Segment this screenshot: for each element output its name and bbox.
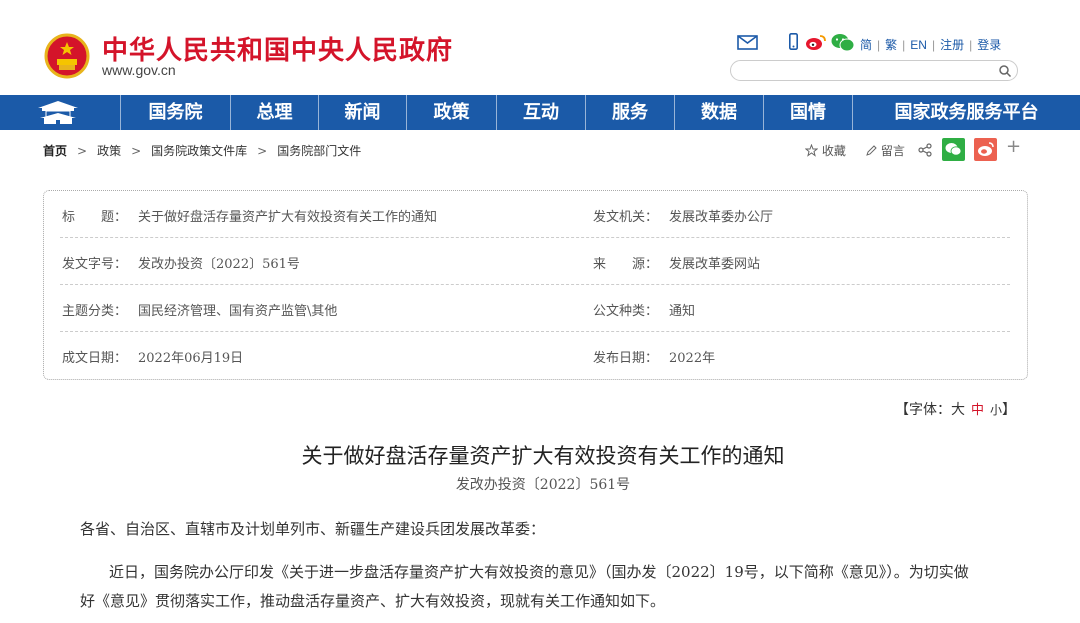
article-doc-number: 发改办投资〔2022〕561号	[455, 477, 631, 493]
weibo-share-button[interactable]	[974, 138, 997, 161]
login-link[interactable]: 登录	[977, 38, 1001, 52]
info-row: 成文日期： 2022年06月19日 发布日期： 2022年	[60, 332, 1010, 379]
font-size-small[interactable]: 小	[990, 403, 1002, 417]
share-icon[interactable]	[918, 143, 932, 157]
nav-premier[interactable]: 总理	[231, 95, 318, 130]
nav-state-council[interactable]: 国务院	[121, 95, 230, 130]
nav-services[interactable]: 服务	[586, 95, 674, 130]
nav-data[interactable]: 数据	[675, 95, 763, 130]
tiananmen-home-icon[interactable]	[0, 95, 120, 130]
mobile-icon[interactable]	[789, 33, 798, 50]
written-date-label: 成文日期：	[62, 351, 128, 366]
title-label: 标 题：	[62, 210, 128, 225]
source-label: 来 源：	[593, 257, 659, 272]
source-value: 发展改革委网站	[669, 257, 761, 272]
type-value: 通知	[669, 304, 696, 319]
published-date-label: 发布日期：	[593, 351, 659, 366]
docno-value: 发改办投资〔2022〕561号	[138, 257, 300, 272]
main-nav: 国务院 总理 新闻 政策 互动 服务 数据 国情 国家政务服务平台	[0, 95, 1080, 130]
font-size-open: 【字体：	[895, 402, 951, 418]
nav-interaction[interactable]: 互动	[497, 95, 585, 130]
favorite-label: 收藏	[821, 144, 846, 158]
search-icon[interactable]	[998, 64, 1012, 78]
weibo-icon[interactable]	[805, 33, 827, 51]
traditional-chinese-link[interactable]: 繁	[885, 38, 897, 52]
more-share-button[interactable]: +	[1006, 136, 1021, 157]
breadcrumb: 首页 > 政策 > 国务院政策文件库 > 国务院部门文件	[43, 142, 361, 159]
wechat-icon[interactable]	[831, 33, 855, 52]
star-icon	[804, 143, 819, 157]
national-emblem-icon[interactable]	[43, 32, 91, 80]
issuer-label: 发文机关：	[593, 210, 659, 225]
article-salutation: 各省、自治区、直辖市及计划单列市、新疆生产建设兵团发展改革委：	[80, 520, 546, 538]
site-url[interactable]: www.gov.cn	[102, 62, 176, 78]
chevron-right-icon: >	[77, 144, 88, 158]
pencil-icon	[866, 145, 877, 156]
info-row: 发文字号： 发改办投资〔2022〕561号 来 源： 发展改革委网站	[60, 238, 1010, 285]
published-date-value: 2022年	[669, 351, 716, 366]
nav-gov-service-platform[interactable]: 国家政务服务平台	[853, 95, 1080, 130]
wechat-icon	[945, 143, 962, 156]
article-paragraph: 好《意见》贯彻落实工作，推动盘活存量资产、扩大有效投资，现就有关工作通知如下。	[80, 592, 666, 610]
site-header: 中华人民共和国中央人民政府 www.gov.cn 简 | 繁 | EN | 注册 | 登录	[0, 0, 1080, 95]
site-search	[730, 60, 1018, 81]
title-value: 关于做好盘活存量资产扩大有效投资有关工作的通知	[138, 210, 438, 225]
docno-label: 发文字号：	[62, 257, 128, 272]
breadcrumb-dept-docs[interactable]: 国务院部门文件	[277, 144, 361, 158]
chevron-right-icon: >	[257, 144, 268, 158]
chevron-right-icon: >	[131, 144, 142, 158]
font-size-large[interactable]: 大	[951, 402, 965, 418]
utility-links: 简 | 繁 | EN | 注册 | 登录	[860, 38, 1002, 52]
topic-value: 国民经济管理、国有资产监管\其他	[138, 304, 338, 319]
weibo-icon	[978, 142, 994, 156]
wechat-share-button[interactable]	[942, 138, 965, 161]
font-size-medium[interactable]: 中	[971, 403, 984, 418]
info-row: 主题分类： 国民经济管理、国有资产监管\其他 公文种类： 通知	[60, 285, 1010, 332]
font-size-close: 】	[1002, 402, 1017, 418]
nav-national-info[interactable]: 国情	[764, 95, 852, 130]
info-row: 标 题： 关于做好盘活存量资产扩大有效投资有关工作的通知 发文机关： 发展改革委…	[60, 191, 1010, 238]
article-paragraph: 近日，国务院办公厅印发《关于进一步盘活存量资产扩大有效投资的意见》（国办发〔20…	[109, 563, 969, 581]
written-date-value: 2022年06月19日	[138, 351, 244, 366]
comment-button[interactable]: 留言	[865, 142, 905, 159]
nav-news[interactable]: 新闻	[319, 95, 406, 130]
breadcrumb-policy-library[interactable]: 国务院政策文件库	[151, 144, 247, 158]
document-info-table: 标 题： 关于做好盘活存量资产扩大有效投资有关工作的通知 发文机关： 发展改革委…	[43, 190, 1028, 380]
breadcrumb-policy[interactable]: 政策	[97, 144, 121, 158]
simplified-chinese-link[interactable]: 简	[860, 38, 872, 52]
favorite-button[interactable]: 收藏	[804, 142, 846, 159]
font-size-switcher: 【字体：大中小】	[895, 399, 1016, 419]
type-label: 公文种类：	[593, 304, 659, 319]
nav-policy[interactable]: 政策	[407, 95, 496, 130]
mail-icon[interactable]	[737, 35, 758, 50]
issuer-value: 发展改革委办公厅	[669, 210, 774, 225]
breadcrumb-home[interactable]: 首页	[43, 144, 67, 158]
comment-label: 留言	[880, 144, 905, 158]
topic-label: 主题分类：	[62, 304, 128, 319]
register-link[interactable]: 注册	[940, 38, 964, 52]
search-input[interactable]	[741, 63, 991, 78]
article-title: 关于做好盘活存量资产扩大有效投资有关工作的通知	[301, 444, 785, 468]
english-link[interactable]: EN	[910, 38, 927, 52]
